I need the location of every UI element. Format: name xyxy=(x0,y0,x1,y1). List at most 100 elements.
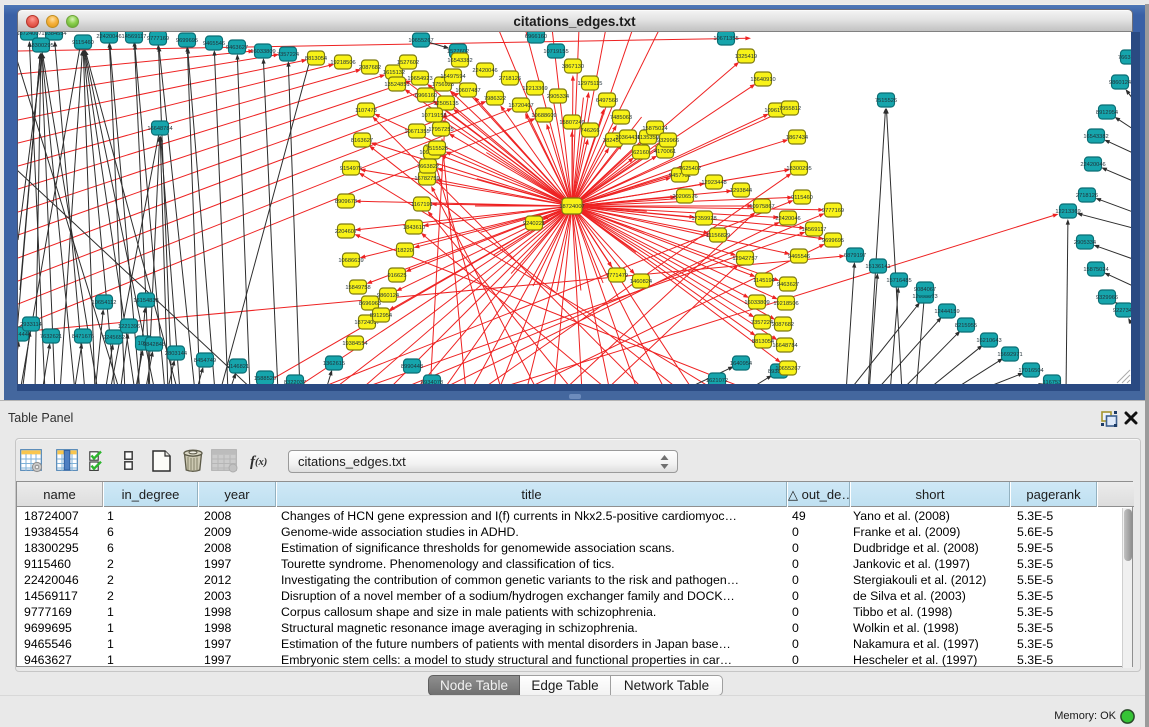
svg-text:18300295: 18300295 xyxy=(786,166,811,172)
svg-text:12505135: 12505135 xyxy=(433,101,458,107)
svg-text:15497594: 15497594 xyxy=(440,74,465,80)
svg-text:1325419: 1325419 xyxy=(735,54,757,60)
svg-text:10686639: 10686639 xyxy=(338,258,363,264)
svg-text:15136141: 15136141 xyxy=(865,264,890,270)
svg-text:1527602: 1527602 xyxy=(397,60,419,66)
svg-text:18724007: 18724007 xyxy=(559,204,584,210)
svg-text:9465546: 9465546 xyxy=(203,41,225,47)
svg-text:9474444: 9474444 xyxy=(18,332,31,338)
svg-text:14569117: 14569117 xyxy=(122,34,147,40)
svg-text:13640910: 13640910 xyxy=(750,77,775,83)
svg-text:1843610: 1843610 xyxy=(403,225,425,231)
svg-text:8813054: 8813054 xyxy=(305,56,327,62)
svg-text:9463627: 9463627 xyxy=(777,282,799,288)
svg-text:16033809: 16033809 xyxy=(250,49,275,55)
svg-text:19384554: 19384554 xyxy=(342,341,367,347)
svg-text:17957255: 17957255 xyxy=(428,127,453,133)
svg-text:8471676: 8471676 xyxy=(72,334,94,340)
svg-text:1221396: 1221396 xyxy=(118,324,140,330)
svg-text:10688609: 10688609 xyxy=(531,113,556,119)
svg-text:6879197: 6879197 xyxy=(844,253,866,259)
svg-text:22420046: 22420046 xyxy=(472,68,497,74)
svg-text:15720407: 15720407 xyxy=(508,103,533,109)
svg-text:22420046: 22420046 xyxy=(96,34,121,40)
svg-text:9240221: 9240221 xyxy=(523,221,545,227)
svg-text:9329966: 9329966 xyxy=(1096,295,1118,301)
svg-text:17016504: 17016504 xyxy=(1018,368,1043,374)
svg-text:12213369: 12213369 xyxy=(522,86,547,92)
svg-text:9084067: 9084067 xyxy=(914,287,936,293)
svg-text:15716485: 15716485 xyxy=(886,278,911,284)
svg-text:1135359: 1135359 xyxy=(637,135,659,141)
svg-text:1615132: 1615132 xyxy=(383,70,405,76)
svg-text:7357224: 7357224 xyxy=(277,52,299,58)
svg-text:7515526: 7515526 xyxy=(426,146,448,152)
svg-text:15849758: 15849758 xyxy=(345,285,370,291)
svg-text:9860124: 9860124 xyxy=(377,293,399,299)
svg-text:16543382: 16543382 xyxy=(1083,134,1108,140)
svg-text:10654112: 10654112 xyxy=(92,300,117,306)
svg-text:2905334: 2905334 xyxy=(547,94,569,100)
svg-text:9146821: 9146821 xyxy=(227,364,249,370)
svg-text:7357224: 7357224 xyxy=(751,320,773,326)
svg-text:10655267: 10655267 xyxy=(408,38,433,44)
svg-text:10975867: 10975867 xyxy=(749,204,774,210)
svg-text:1293844: 1293844 xyxy=(730,188,752,194)
svg-text:9154975: 9154975 xyxy=(340,166,362,172)
svg-text:9245652: 9245652 xyxy=(103,335,125,341)
svg-text:15807249: 15807249 xyxy=(559,120,584,126)
svg-text:7632621: 7632621 xyxy=(40,334,62,340)
svg-text:12213369: 12213369 xyxy=(1055,209,1080,215)
svg-text:7625402: 7625402 xyxy=(679,166,701,172)
svg-text:1460824: 1460824 xyxy=(630,279,652,285)
svg-text:10671355: 10671355 xyxy=(713,36,738,42)
svg-text:9699695: 9699695 xyxy=(822,238,844,244)
svg-text:7663822: 7663822 xyxy=(1118,55,1131,61)
svg-text:1167191: 1167191 xyxy=(411,202,433,208)
svg-text:10607487: 10607487 xyxy=(455,88,480,94)
svg-text:9329966: 9329966 xyxy=(657,138,679,144)
svg-text:2933114: 2933114 xyxy=(20,322,42,328)
svg-text:9777169: 9777169 xyxy=(147,36,169,42)
svg-text:7485063: 7485063 xyxy=(610,115,632,121)
svg-text:916625: 916625 xyxy=(388,273,407,279)
svg-text:9115460: 9115460 xyxy=(791,195,813,201)
svg-text:15875024: 15875024 xyxy=(1083,267,1108,273)
svg-text:16648784: 16648784 xyxy=(147,126,172,132)
svg-text:1867434: 1867434 xyxy=(786,135,808,141)
svg-text:18220: 18220 xyxy=(397,248,413,254)
svg-text:10671355: 10671355 xyxy=(404,129,429,135)
svg-text:2718126: 2718126 xyxy=(1076,193,1098,199)
svg-text:2718126: 2718126 xyxy=(499,76,521,82)
svg-text:1640954: 1640954 xyxy=(730,361,752,367)
svg-text:22420046: 22420046 xyxy=(775,216,800,222)
svg-text:10719155: 10719155 xyxy=(421,113,446,119)
svg-text:8990448: 8990448 xyxy=(401,364,423,370)
svg-text:20206576: 20206576 xyxy=(672,194,697,200)
svg-text:8454749: 8454749 xyxy=(194,358,216,364)
svg-text:1145194: 1145194 xyxy=(753,278,775,284)
svg-text:9860124: 9860124 xyxy=(1109,80,1131,86)
svg-text:9699695: 9699695 xyxy=(176,38,198,44)
svg-text:15875024: 15875024 xyxy=(642,126,667,132)
svg-text:19384554: 19384554 xyxy=(41,32,66,37)
svg-text:19218506: 19218506 xyxy=(773,301,798,307)
svg-text:12923448: 12923448 xyxy=(701,180,726,186)
svg-text:7771479: 7771479 xyxy=(606,273,628,279)
svg-text:2204607: 2204607 xyxy=(335,229,357,235)
svg-text:12942757: 12942757 xyxy=(732,256,757,262)
svg-text:6966160: 6966160 xyxy=(525,34,547,40)
svg-text:1107473: 1107473 xyxy=(355,108,377,114)
svg-text:16033809: 16033809 xyxy=(744,300,769,306)
svg-text:1362615: 1362615 xyxy=(323,361,345,367)
svg-text:15692971: 15692971 xyxy=(997,352,1022,358)
svg-text:8696963: 8696963 xyxy=(359,301,381,307)
svg-text:1588520: 1588520 xyxy=(254,376,276,382)
svg-text:2905334: 2905334 xyxy=(1074,240,1096,246)
svg-text:8909673: 8909673 xyxy=(335,199,357,205)
svg-text:16648784: 16648784 xyxy=(772,343,797,349)
svg-text:9463627: 9463627 xyxy=(226,45,248,51)
svg-text:18300295: 18300295 xyxy=(28,43,53,49)
svg-text:3867130: 3867130 xyxy=(562,64,584,70)
svg-text:7663822: 7663822 xyxy=(417,164,439,170)
